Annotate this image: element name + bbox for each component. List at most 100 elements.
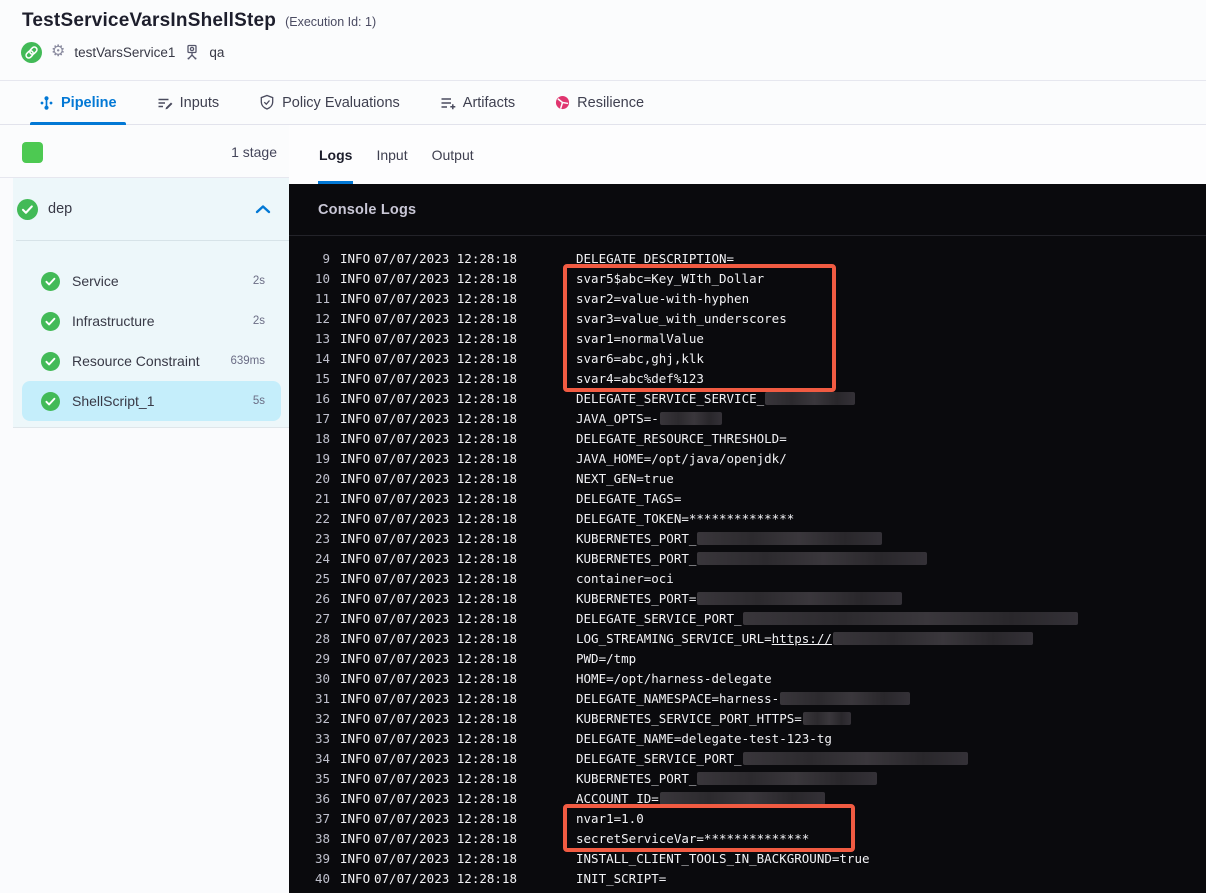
log-line-number: 15	[314, 370, 330, 386]
log-timestamp: 07/07/2023 12:28:18	[374, 630, 517, 646]
log-level: INFO	[340, 870, 371, 886]
log-line-number: 39	[314, 850, 330, 866]
step-row-service[interactable]: Service 2s	[16, 261, 289, 301]
log-timestamp: 07/07/2023 12:28:18	[374, 390, 517, 406]
log-message: svar2=value-with-hyphen	[576, 290, 750, 306]
log-line: 18 INFO 07/07/2023 12:28:18 DELEGATE_RESOUR…	[306, 428, 1206, 448]
step-row-shellscript-1[interactable]: ShellScript_1 5s	[22, 381, 281, 421]
log-line: 21 INFO 07/07/2023 12:28:18 DELEGATE_TAGS=	[306, 488, 1206, 508]
redacted-value	[832, 631, 1033, 645]
log-line: 20 INFO 07/07/2023 12:28:18 NEXT_GEN=true	[306, 468, 1206, 488]
tab-artifacts[interactable]: Artifacts	[431, 81, 524, 124]
step-duration: 2s	[252, 275, 265, 287]
log-line: 38 INFO 07/07/2023 12:28:18 secretServiceVa…	[306, 828, 1206, 848]
log-timestamp: 07/07/2023 12:28:18	[374, 410, 517, 426]
tab-input[interactable]: Input	[375, 125, 408, 184]
console-logs-title: Console Logs	[318, 201, 417, 218]
tab-output[interactable]: Output	[431, 125, 475, 184]
log-line: 35 INFO 07/07/2023 12:28:18 KUBERNETES_PORT…	[306, 768, 1206, 788]
log-message: svar4=abc%def%123	[576, 370, 704, 386]
step-duration: 639ms	[230, 355, 265, 367]
log-message: KUBERNETES_SERVICE_PORT_HTTPS=	[576, 711, 851, 726]
log-message: DELEGATE_RESOURCE_THRESHOLD=	[576, 430, 787, 446]
log-message: LOG_STREAMING_SERVICE_URL= https://	[576, 631, 1033, 646]
step-success-icon	[41, 271, 60, 291]
chevron-up-icon[interactable]	[255, 204, 271, 214]
log-line-number: 40	[314, 870, 330, 886]
log-message: DELEGATE_SERVICE_PORT_	[576, 611, 1078, 626]
log-line: 36 INFO 07/07/2023 12:28:18 ACCOUNT_ID=	[306, 788, 1206, 808]
tab-policy-evaluations[interactable]: Policy Evaluations	[250, 81, 409, 124]
log-level: INFO	[340, 430, 371, 446]
log-timestamp: 07/07/2023 12:28:18	[374, 810, 517, 826]
tab-resilience[interactable]: Resilience	[546, 81, 653, 124]
log-line-number: 33	[314, 730, 330, 746]
step-duration: 2s	[252, 315, 265, 327]
log-timestamp: 07/07/2023 12:28:18	[374, 290, 517, 306]
log-line: 28 INFO 07/07/2023 12:28:18 LOG_STREAMING_S…	[306, 628, 1206, 648]
log-timestamp: 07/07/2023 12:28:18	[374, 250, 517, 266]
log-timestamp: 07/07/2023 12:28:18	[374, 570, 517, 586]
log-line: 16 INFO 07/07/2023 12:28:18 DELEGATE_SERVIC…	[306, 388, 1206, 408]
log-timestamp: 07/07/2023 12:28:18	[374, 430, 517, 446]
step-row-infrastructure[interactable]: Infrastructure 2s	[16, 301, 289, 341]
step-details-panel: Logs Input Output Console Logs 9 INFO 07/0…	[289, 125, 1206, 893]
deployment-status-icon	[21, 41, 42, 63]
pipeline-icon	[39, 95, 54, 111]
log-timestamp: 07/07/2023 12:28:18	[374, 610, 517, 626]
stage-row-dep[interactable]: dep	[13, 178, 289, 240]
tab-inputs[interactable]: Inputs	[148, 81, 229, 124]
log-message: svar1=normalValue	[576, 330, 704, 346]
tab-pipeline-label: Pipeline	[61, 94, 117, 111]
redacted-value	[697, 771, 878, 785]
log-line-number: 31	[314, 690, 330, 706]
redacted-value	[765, 391, 856, 405]
log-line: 25 INFO 07/07/2023 12:28:18 container=oci	[306, 568, 1206, 588]
redacted-value	[697, 531, 883, 545]
log-line: 19 INFO 07/07/2023 12:28:18 JAVA_HOME=/opt/…	[306, 448, 1206, 468]
log-message: container=oci	[576, 570, 674, 586]
redacted-value	[742, 751, 968, 765]
step-list: Service 2s Infrastructure 2s Resource Co…	[16, 240, 289, 421]
tab-logs[interactable]: Logs	[318, 125, 354, 184]
log-line-number: 27	[314, 610, 330, 626]
redacted-value	[802, 711, 851, 725]
log-timestamp: 07/07/2023 12:28:18	[374, 330, 517, 346]
log-level: INFO	[340, 310, 371, 326]
log-message: svar3=value_with_underscores	[576, 310, 787, 326]
log-line-number: 9	[322, 250, 330, 266]
step-row-resource-constraint[interactable]: Resource Constraint 639ms	[16, 341, 289, 381]
log-message: KUBERNETES_PORT=	[576, 591, 903, 606]
log-message: INSTALL_CLIENT_TOOLS_IN_BACKGROUND=true	[576, 850, 870, 866]
log-line: 11 INFO 07/07/2023 12:28:18 svar2=value-wit…	[306, 288, 1206, 308]
log-level: INFO	[340, 510, 371, 526]
artifacts-list-icon	[440, 95, 456, 111]
log-timestamp: 07/07/2023 12:28:18	[374, 530, 517, 546]
log-line: 33 INFO 07/07/2023 12:28:18 DELEGATE_NAME=d…	[306, 728, 1206, 748]
tab-artifacts-label: Artifacts	[462, 94, 516, 111]
redacted-value	[697, 551, 928, 565]
log-timestamp: 07/07/2023 12:28:18	[374, 770, 517, 786]
log-level: INFO	[340, 250, 371, 266]
log-line-number: 10	[314, 270, 330, 286]
log-level: INFO	[340, 850, 371, 866]
console-log-lines: 9 INFO 07/07/2023 12:28:18 DELEGATE_DESCRIP…	[289, 236, 1206, 893]
log-line-number: 20	[314, 470, 330, 486]
step-success-icon	[41, 391, 60, 411]
execution-id: (Execution Id: 1)	[285, 15, 377, 29]
execution-sidebar: 1 stage dep Service 2s Infrastructure 2s	[0, 125, 289, 893]
console-logs-header: Console Logs	[289, 184, 1206, 236]
log-url-link[interactable]: https://	[772, 631, 832, 646]
step-detail-tabs: Logs Input Output	[289, 125, 1206, 184]
stage-name: dep	[48, 201, 73, 217]
log-timestamp: 07/07/2023 12:28:18	[374, 750, 517, 766]
log-timestamp: 07/07/2023 12:28:18	[374, 850, 517, 866]
log-level: INFO	[340, 450, 371, 466]
log-timestamp: 07/07/2023 12:28:18	[374, 310, 517, 326]
log-line: 34 INFO 07/07/2023 12:28:18 DELEGATE_SERVIC…	[306, 748, 1206, 768]
log-message: DELEGATE_TAGS=	[576, 490, 682, 506]
log-line: 26 INFO 07/07/2023 12:28:18 KUBERNETES_PORT…	[306, 588, 1206, 608]
log-level: INFO	[340, 270, 371, 286]
log-line-number: 24	[314, 550, 330, 566]
tab-pipeline[interactable]: Pipeline	[30, 81, 126, 125]
